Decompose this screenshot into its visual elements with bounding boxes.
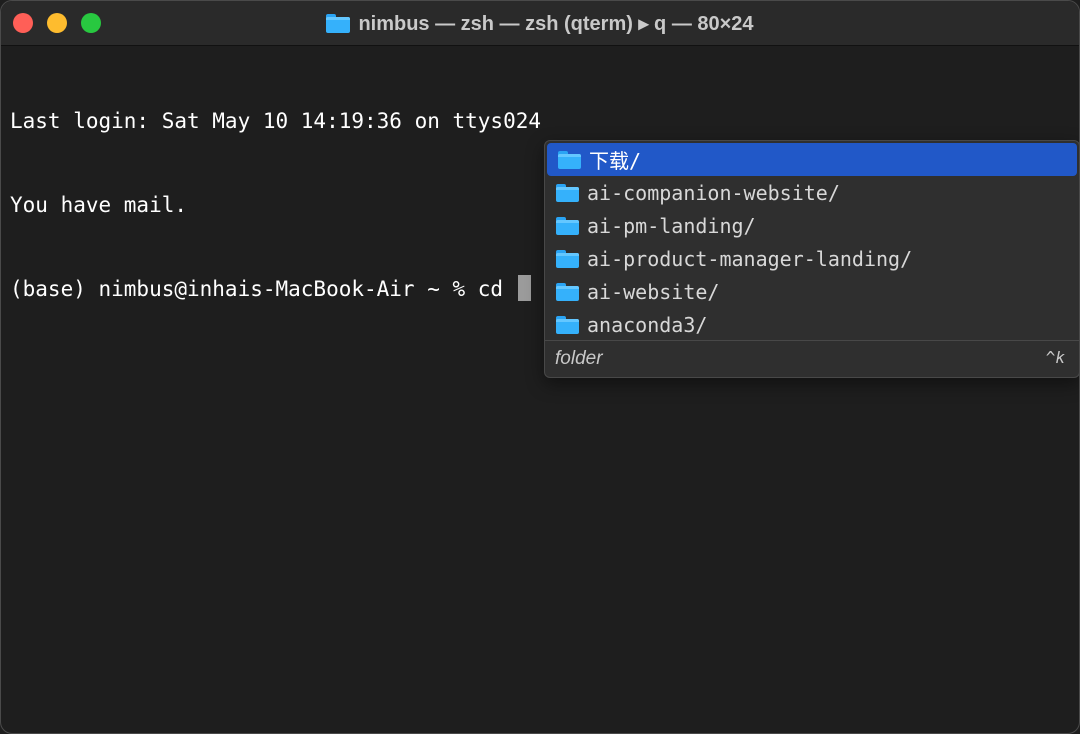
terminal-line-last-login: Last login: Sat May 10 14:19:36 on ttys0… bbox=[10, 109, 542, 133]
autocomplete-item-label: ai-pm-landing/ bbox=[587, 213, 756, 238]
terminal-output[interactable]: Last login: Sat May 10 14:19:36 on ttys0… bbox=[10, 51, 541, 359]
autocomplete-item-ai-pm-landing[interactable]: ai-pm-landing/ bbox=[545, 209, 1079, 242]
folder-icon bbox=[556, 282, 579, 301]
terminal-line-mail: You have mail. bbox=[10, 193, 188, 217]
window-title-group: nimbus — zsh — zsh (qterm) ▸ q — 80×24 bbox=[1, 1, 1079, 45]
text-cursor bbox=[517, 275, 531, 301]
autocomplete-item-label: ai-website/ bbox=[587, 279, 720, 304]
terminal-prompt-line[interactable]: (base) nimbus@inhais-MacBook-Air ~ % cd bbox=[10, 275, 541, 303]
title-bar[interactable]: nimbus — zsh — zsh (qterm) ▸ q — 80×24 bbox=[1, 1, 1079, 46]
keyboard-shortcut-hint: ^k bbox=[1045, 348, 1065, 367]
autocomplete-item-label: anaconda3/ bbox=[587, 312, 708, 337]
autocomplete-item-downloads[interactable]: 下载/ bbox=[547, 143, 1077, 176]
terminal-window: nimbus — zsh — zsh (qterm) ▸ q — 80×24 L… bbox=[0, 0, 1080, 734]
autocomplete-item-ai-companion-website[interactable]: ai-companion-website/ bbox=[545, 176, 1079, 209]
autocomplete-popup: 下载/ ai-companion-website/ ai-pm-landing/… bbox=[544, 140, 1079, 378]
window-title: nimbus — zsh — zsh (qterm) ▸ q — 80×24 bbox=[358, 12, 754, 35]
folder-icon bbox=[556, 216, 579, 235]
autocomplete-footer: folder ^k bbox=[545, 340, 1079, 377]
autocomplete-item-label: 下载/ bbox=[589, 149, 642, 173]
folder-icon bbox=[556, 183, 579, 202]
folder-icon bbox=[558, 150, 581, 169]
autocomplete-item-ai-website[interactable]: ai-website/ bbox=[545, 275, 1079, 308]
autocomplete-item-ai-product-manager-landing[interactable]: ai-product-manager-landing/ bbox=[545, 242, 1079, 275]
folder-icon bbox=[556, 249, 579, 268]
command-prompt: (base) nimbus@inhais-MacBook-Air ~ % cd bbox=[10, 277, 516, 301]
autocomplete-item-label: ai-companion-website/ bbox=[587, 180, 840, 205]
folder-icon bbox=[556, 315, 579, 334]
folder-icon bbox=[326, 13, 351, 33]
suggestion-description: folder bbox=[555, 348, 603, 369]
autocomplete-item-label: ai-product-manager-landing/ bbox=[587, 246, 913, 271]
autocomplete-item-anaconda3[interactable]: anaconda3/ bbox=[545, 308, 1079, 341]
